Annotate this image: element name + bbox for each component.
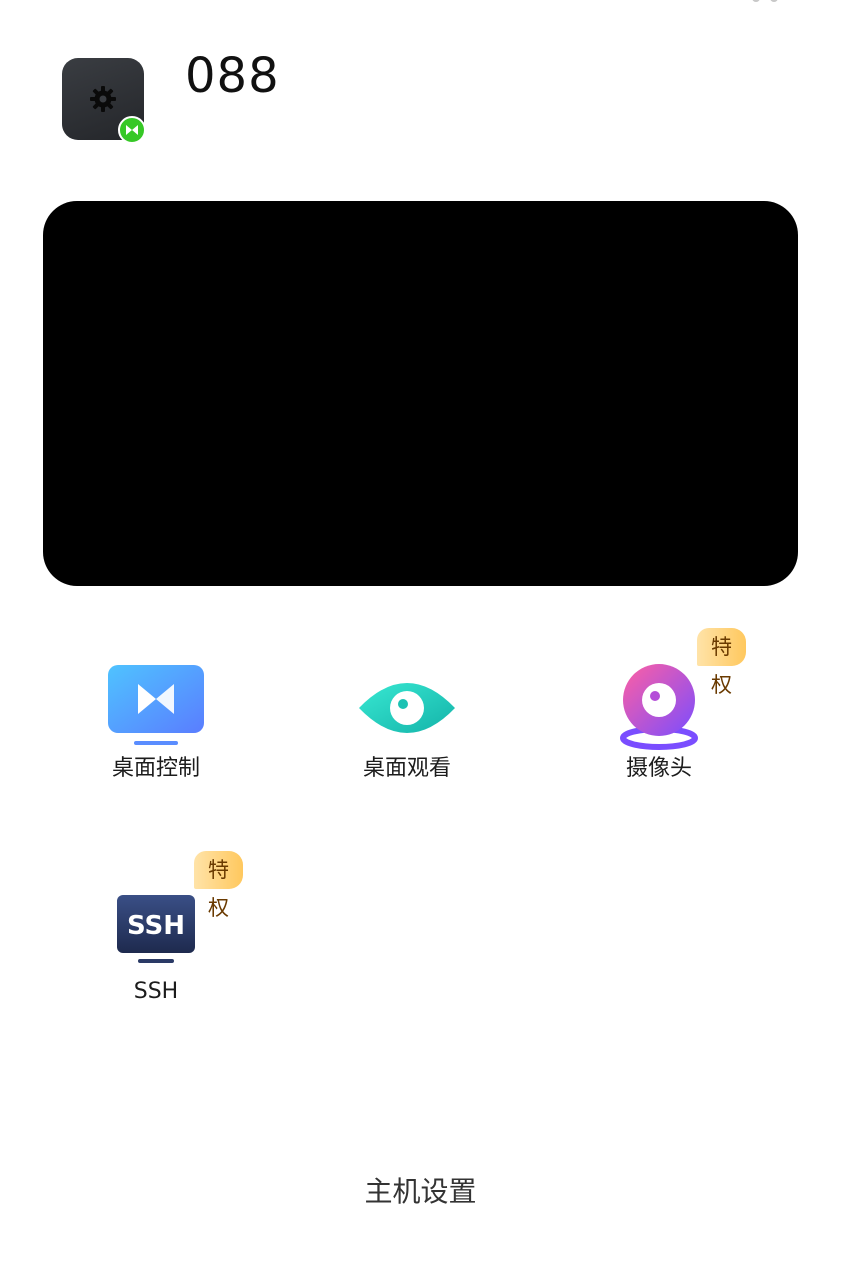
host-settings-link[interactable]: 主机设置 <box>0 1172 841 1212</box>
eye-icon <box>359 683 455 733</box>
desktop-control-button[interactable]: 桌面控制 <box>76 662 236 784</box>
desktop-view-button[interactable]: 桌面观看 <box>327 662 487 784</box>
gear-icon <box>90 86 116 112</box>
desktop-view-label: 桌面观看 <box>362 756 451 781</box>
ssh-label: SSH <box>133 979 179 1004</box>
privilege-badge: 特权 <box>697 628 746 697</box>
ssh-button[interactable]: SSH 特权 SSH <box>76 851 243 1007</box>
camera-label: 摄像头 <box>625 756 692 781</box>
online-status-badge <box>118 116 146 144</box>
ssh-icon-text: SSH <box>127 911 185 941</box>
camera-button[interactable]: 特权 摄像头 <box>579 628 746 784</box>
remote-desktop-icon <box>108 665 204 745</box>
remote-control-icon <box>126 125 138 135</box>
privilege-badge: 特权 <box>194 851 243 920</box>
desktop-control-label: 桌面控制 <box>111 756 200 781</box>
device-name: 088 <box>185 48 280 104</box>
device-avatar <box>62 58 146 144</box>
more-options-icon[interactable] <box>752 0 782 4</box>
desktop-preview[interactable] <box>43 201 798 586</box>
